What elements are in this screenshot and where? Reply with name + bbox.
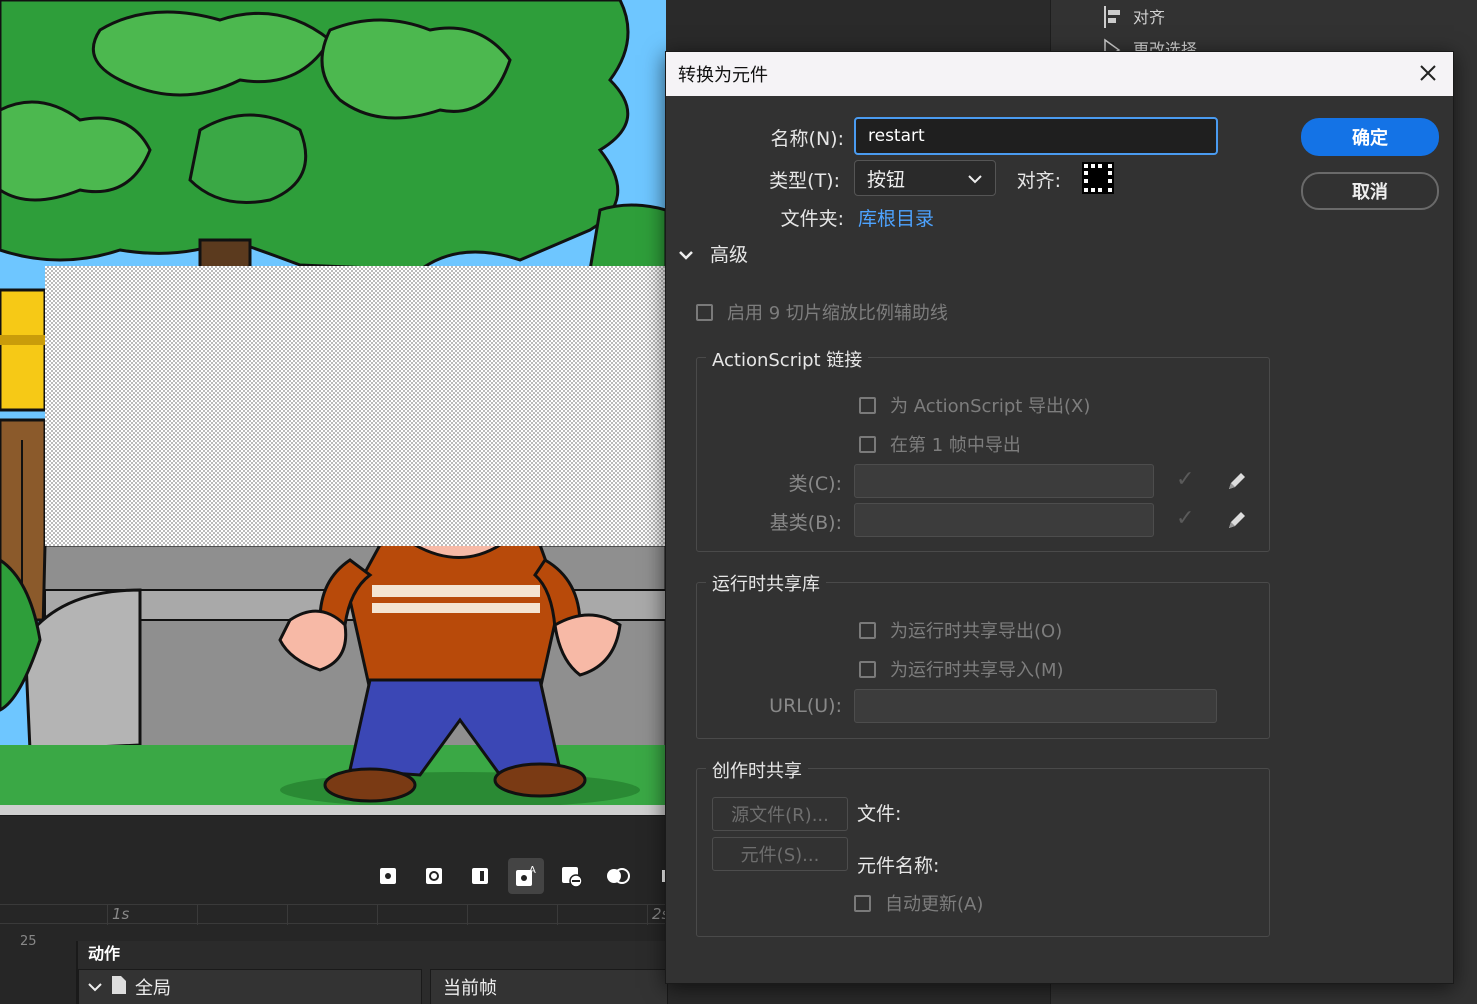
authortime-group-title: 创作时共享: [706, 757, 808, 783]
checkbox-box: [859, 621, 876, 639]
close-icon[interactable]: [1417, 62, 1439, 84]
ruler-label-1s: 1s: [112, 905, 130, 923]
validate-base-class-icon[interactable]: ✓: [1176, 506, 1194, 531]
url-input[interactable]: [854, 689, 1217, 723]
class-input[interactable]: [854, 464, 1154, 498]
nine-slice-label: 启用 9 切片缩放比例辅助线: [727, 303, 948, 324]
file-label: 文件:: [857, 803, 902, 825]
actions-tree-item-global[interactable]: 全局: [78, 969, 422, 1004]
runtime-group-title: 运行时共享库: [706, 570, 826, 596]
panel-item-align[interactable]: 对齐: [1103, 4, 1165, 28]
delete-key-icon[interactable]: [554, 858, 590, 894]
cancel-button[interactable]: 取消: [1301, 172, 1439, 210]
import-runtime-checkbox[interactable]: 为运行时共享导入(M): [859, 656, 1064, 682]
panel-item-align-label: 对齐: [1133, 8, 1166, 27]
type-label: 类型(T):: [769, 170, 840, 192]
folder-link[interactable]: 库根目录: [858, 204, 934, 231]
advanced-toggle[interactable]: 高级: [678, 240, 748, 267]
timeline-ruler[interactable]: 1s 2s: [0, 904, 669, 925]
loop-icon[interactable]: [600, 858, 636, 894]
checkbox-box: [859, 660, 876, 678]
frame-number: 25: [20, 934, 37, 949]
actions-tree-label: 全局: [135, 978, 171, 999]
import-runtime-label: 为运行时共享导入(M): [890, 660, 1064, 681]
class-label: 类(C):: [788, 473, 843, 495]
export-actionscript-checkbox[interactable]: 为 ActionScript 导出(X): [859, 392, 1090, 418]
validate-class-icon[interactable]: ✓: [1176, 467, 1194, 492]
ok-button[interactable]: 确定: [1301, 118, 1439, 156]
nine-slice-checkbox[interactable]: 启用 9 切片缩放比例辅助线: [696, 299, 948, 325]
stage-horizontal-scrollbar[interactable]: [0, 805, 666, 815]
name-input[interactable]: restart: [854, 117, 1218, 155]
onion-ring-icon[interactable]: [416, 858, 452, 894]
export-frame1-label: 在第 1 帧中导出: [890, 435, 1021, 456]
actions-tab[interactable]: 动作: [88, 941, 120, 967]
url-label: URL(U):: [769, 695, 842, 717]
edit-base-class-pencil-icon[interactable]: [1226, 509, 1248, 531]
folder-label: 文件夹:: [780, 208, 844, 230]
auto-update-checkbox[interactable]: 自动更新(A): [854, 890, 983, 916]
export-runtime-checkbox[interactable]: 为运行时共享导出(O): [859, 617, 1062, 643]
source-file-button[interactable]: 源文件(R)...: [712, 797, 848, 831]
timeline-toolbar: A: [370, 856, 682, 896]
document-icon: [111, 975, 127, 1000]
onion-dot-icon[interactable]: [370, 858, 406, 894]
symbol-name-label: 元件名称:: [857, 855, 940, 877]
masked-area: [45, 266, 666, 546]
align-label: 对齐:: [1016, 170, 1061, 192]
current-frame-tab[interactable]: 当前帧: [430, 969, 668, 1004]
svg-text:A: A: [529, 865, 536, 876]
advanced-label: 高级: [710, 244, 749, 266]
base-class-label: 基类(B):: [769, 512, 842, 534]
chevron-down-icon[interactable]: [87, 977, 103, 998]
export-frame1-checkbox[interactable]: 在第 1 帧中导出: [859, 431, 1021, 457]
type-select-value: 按钮: [867, 168, 906, 191]
chevron-down-icon: [678, 243, 694, 265]
type-select[interactable]: 按钮: [854, 160, 996, 196]
stage-canvas[interactable]: [0, 0, 666, 815]
dialog-title: 转换为元件: [678, 65, 768, 86]
actions-panel: 动作 全局 当前帧: [76, 941, 668, 1004]
checkbox-box: [854, 894, 871, 912]
checkbox-box: [859, 396, 876, 414]
chevron-down-icon: [967, 167, 983, 189]
base-class-input[interactable]: [854, 503, 1154, 537]
checkbox-box: [859, 435, 876, 453]
registration-grid-icon[interactable]: [1082, 162, 1114, 198]
edit-class-pencil-icon[interactable]: [1226, 470, 1248, 492]
align-left-icon: [1103, 6, 1123, 28]
actionscript-group-title: ActionScript 链接: [706, 346, 869, 372]
convert-to-symbol-dialog: 转换为元件 名称(N): restart 类型(T): 按钮 对齐: 文件夹: …: [665, 51, 1454, 984]
app-window: 对齐 更改选择 A 1s 2s 25 动作 全局 当前帧 转换为元件 名称(N)…: [0, 0, 1477, 1004]
symbol-button[interactable]: 元件(S)...: [712, 837, 848, 871]
auto-update-label: 自动更新(A): [885, 894, 984, 915]
onion-half-icon[interactable]: [462, 858, 498, 894]
checkbox-box: [696, 303, 713, 321]
export-runtime-label: 为运行时共享导出(O): [890, 621, 1063, 642]
auto-key-icon[interactable]: A: [508, 858, 544, 894]
export-actionscript-label: 为 ActionScript 导出(X): [890, 396, 1091, 417]
name-label: 名称(N):: [770, 128, 844, 150]
dialog-titlebar[interactable]: 转换为元件: [666, 52, 1453, 96]
timeline-panel: A 1s 2s 25 动作 全局 当前帧: [0, 815, 674, 1004]
